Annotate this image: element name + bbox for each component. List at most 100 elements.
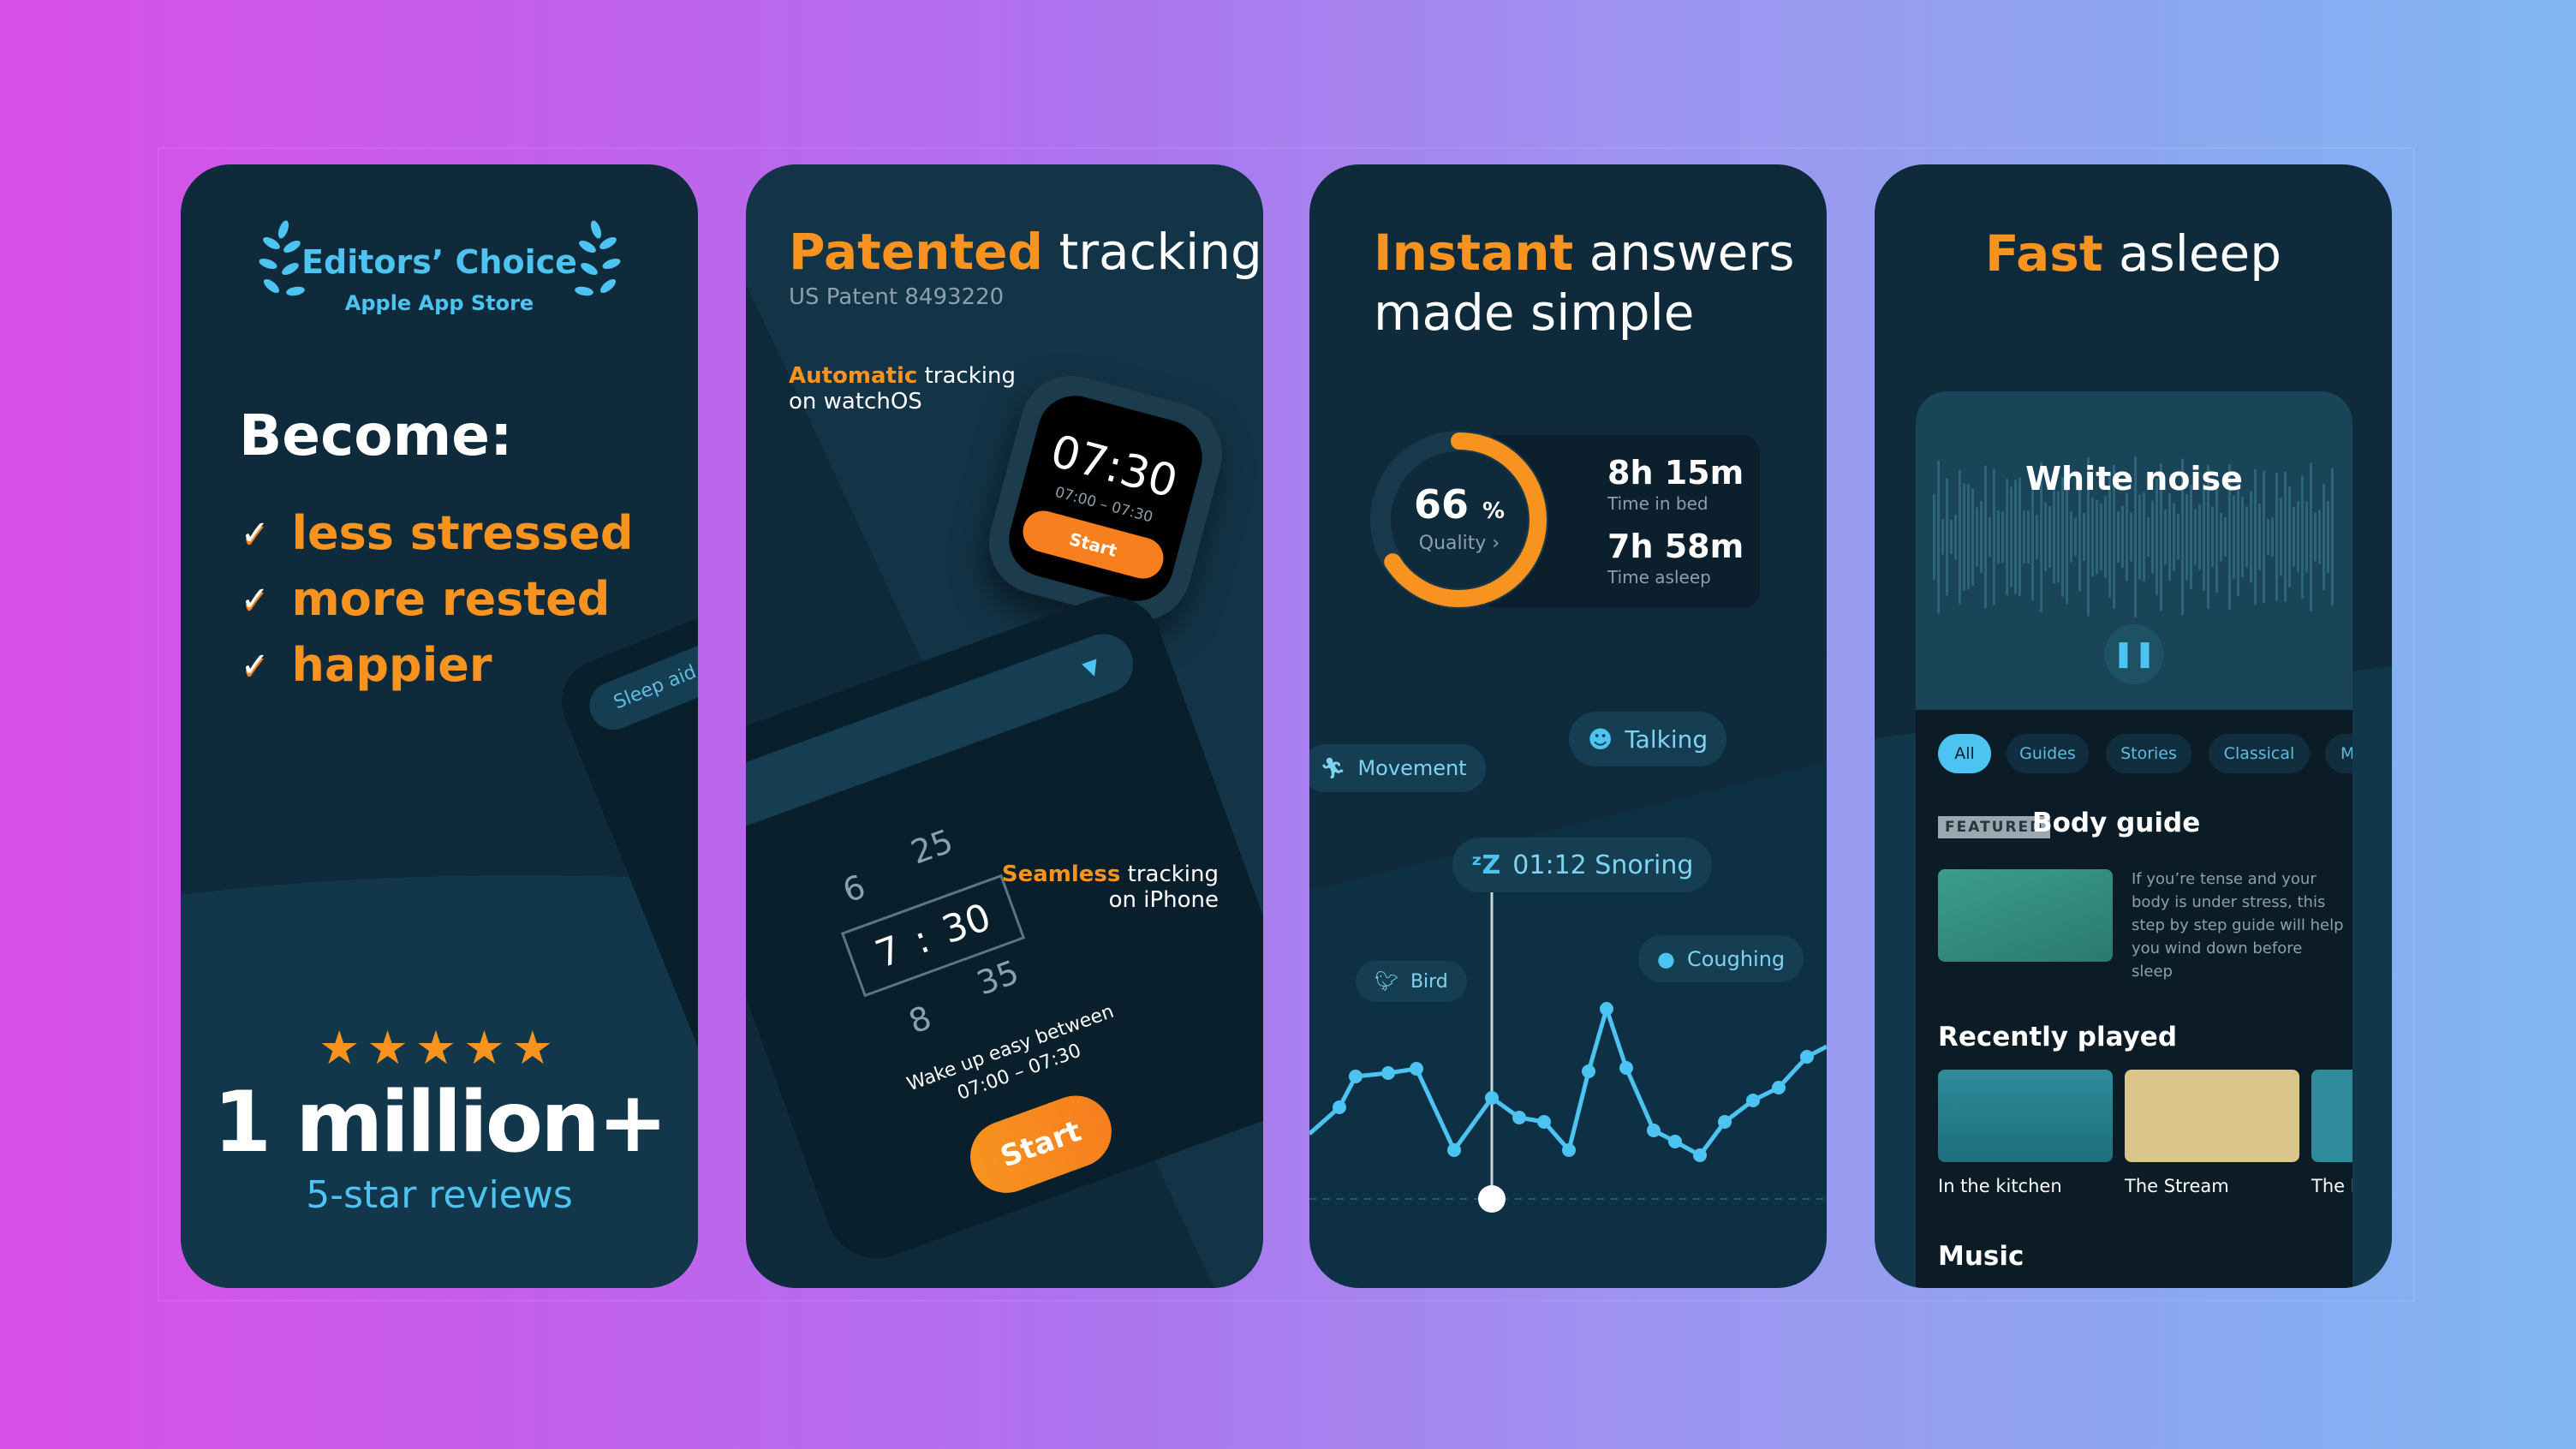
noise-bar: [2245, 506, 2248, 568]
filter-all[interactable]: All: [1938, 734, 1991, 773]
benefit-label: happier: [291, 638, 492, 692]
reviews-label: 5-star reviews: [306, 1173, 573, 1217]
featured-thumbnail[interactable]: [1938, 869, 2113, 962]
iphone-mockup: ▼ 6 25 7:30 8 35 Wake up easy between 07:…: [746, 581, 1263, 1273]
iphone-caption: Seamless tracking on iPhone: [1001, 862, 1219, 913]
noise-bar: [2314, 512, 2317, 562]
dropdown[interactable]: ▼: [746, 625, 1142, 835]
pause-button[interactable]: ❚❚: [2104, 624, 2164, 684]
noise-bar: [2121, 505, 2124, 569]
watch-caption: Automatic tracking on watchOS: [789, 363, 1016, 414]
recent-heading: Recently played: [1938, 1022, 2178, 1052]
noise-bar: [1967, 484, 1970, 590]
wave-point: [1746, 1094, 1760, 1107]
playhead-handle[interactable]: [1478, 1185, 1506, 1213]
check-icon: ✓: [241, 645, 270, 685]
noise-bar: [2027, 510, 2030, 564]
wave-point: [1693, 1148, 1707, 1162]
noise-bar: [2224, 516, 2227, 558]
benefit-item: ✓ less stressed: [241, 500, 634, 566]
noise-bar: [2194, 509, 2197, 565]
benefit-label: more rested: [291, 572, 611, 626]
picker-hour-below: 8: [903, 998, 937, 1041]
noise-bar: [2211, 506, 2214, 568]
start-button[interactable]: Start: [960, 1085, 1122, 1203]
check-icon: ✓: [241, 579, 270, 619]
featured-title[interactable]: Body guide: [2032, 808, 2200, 838]
wave-point: [1349, 1070, 1363, 1083]
wave-point: [1562, 1143, 1576, 1157]
noise-bar: [2215, 481, 2218, 593]
noise-bar: [2130, 512, 2132, 562]
noise-bar: [1950, 519, 1953, 555]
noise-bar: [2096, 499, 2098, 575]
player-card: White noise ❚❚: [1916, 391, 2352, 710]
noise-bar: [2241, 497, 2244, 577]
noise-bar: [2297, 501, 2299, 573]
noise-bar: [2138, 494, 2141, 580]
wave-point: [1582, 1064, 1595, 1078]
reviews-count: 1 million+: [213, 1074, 668, 1172]
noise-bar: [1997, 510, 2000, 564]
noise-bar: [2233, 495, 2235, 579]
noise-bar: [1971, 488, 1974, 586]
recent-thumbnail-kitchen[interactable]: [1938, 1070, 2113, 1162]
heading: Become:: [239, 402, 513, 468]
wave-point: [1537, 1115, 1551, 1129]
wave-point: [1512, 1111, 1526, 1124]
star-rating: ★★★★★: [318, 1021, 561, 1075]
noise-bar: [1980, 501, 1983, 573]
noise-bar: [2070, 511, 2072, 563]
noise-bar: [2010, 486, 2012, 587]
dropdown-arrow-icon: ▼: [1079, 653, 1103, 682]
noise-bar: [1963, 483, 1965, 591]
player-title: White noise: [2025, 460, 2243, 498]
app-screen: White noise ❚❚ All Guides Stories Classi…: [1916, 391, 2352, 1288]
wave-point: [1381, 1066, 1395, 1080]
featured-description: If you’re tense and your body is under s…: [2132, 870, 2344, 981]
wave-point: [1619, 1061, 1633, 1075]
wave-point: [1800, 1050, 1814, 1064]
filter-guides[interactable]: Guides: [2007, 734, 2089, 773]
noise-bar: [2280, 498, 2282, 576]
noise-bar: [2091, 497, 2094, 577]
noise-bar: [2147, 516, 2150, 558]
wave-point: [1647, 1124, 1661, 1137]
filter-stories[interactable]: Stories: [2106, 734, 2191, 773]
filter-classical[interactable]: Classical: [2209, 734, 2310, 773]
title: Patented tracking: [789, 223, 1262, 281]
noise-bar: [2288, 486, 2291, 587]
recent-thumbnail-3[interactable]: [2311, 1070, 2352, 1162]
filter-music[interactable]: Mu: [2325, 734, 2352, 773]
picker-min-below: 35: [971, 952, 1024, 1003]
title: Fast asleep: [1984, 224, 2282, 283]
picker-hour-above: 6: [838, 867, 871, 910]
noise-bar: [2177, 514, 2179, 560]
noise-bar: [1941, 519, 1944, 555]
card-patented-tracking: Patented tracking US Patent 8493220 Auto…: [746, 164, 1263, 1288]
noise-bar: [2271, 516, 2274, 558]
noise-bar: [2126, 492, 2128, 581]
noise-bar: [2078, 482, 2081, 592]
sound-wave-line: [1309, 1001, 1827, 1159]
noise-bar: [2220, 512, 2222, 562]
noise-bar: [2023, 510, 2025, 564]
waveform-graphic: [1933, 456, 2334, 617]
noise-bar: [2143, 492, 2145, 582]
noise-bar: [2053, 490, 2055, 584]
recent-thumbnail-stream[interactable]: [2125, 1070, 2299, 1162]
noise-bar: [2117, 510, 2120, 564]
noise-bar: [2048, 506, 2051, 568]
noise-bar: [2267, 518, 2269, 556]
recent-label: In the kitchen: [1938, 1176, 2062, 1196]
noise-bar: [2293, 507, 2295, 567]
badge-subtitle: Apple App Store: [344, 291, 534, 315]
music-heading: Music: [1938, 1241, 2024, 1272]
noise-bar: [2083, 513, 2085, 561]
noise-bar: [2057, 491, 2060, 583]
wave-point: [1447, 1143, 1461, 1157]
check-icon: ✓: [241, 513, 270, 553]
noise-bar: [2151, 500, 2154, 574]
noise-bar: [2198, 504, 2201, 570]
noise-bar: [1954, 514, 1957, 560]
